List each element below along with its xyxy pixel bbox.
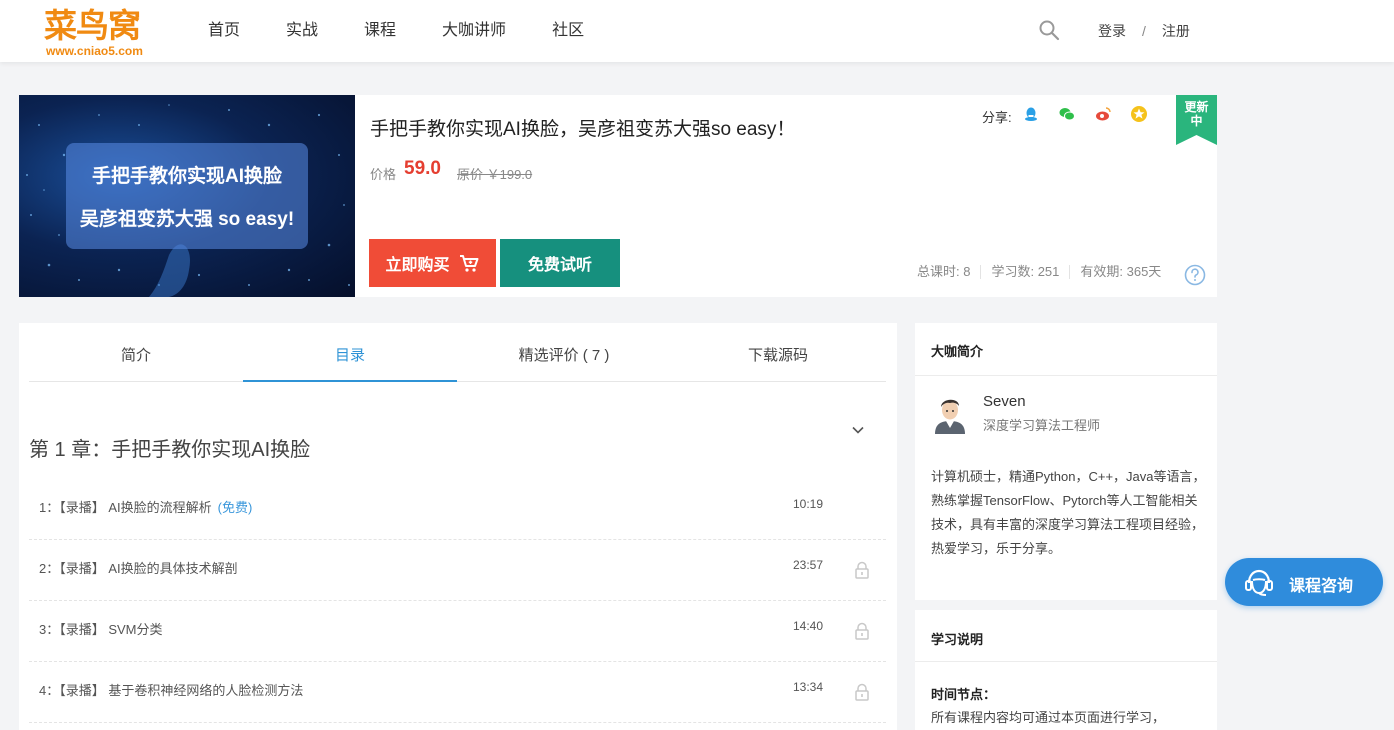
- price-value: 59.0: [404, 158, 441, 179]
- consult-label: 课程咨询: [1289, 578, 1354, 595]
- site-logo[interactable]: 菜鸟窝 www.cniao5.com: [44, 6, 156, 58]
- divider: [915, 375, 1217, 376]
- auth-separator: /: [1142, 23, 1146, 39]
- course-stats: 总课时: 8 学习数: 251 有效期: 365天: [917, 265, 1171, 279]
- lesson-title: 1：【录播】 AI换脸的流程解析 (免费): [39, 497, 252, 516]
- nav-item-community[interactable]: 社区: [552, 0, 584, 62]
- stat-validity: 有效期: 365天: [1080, 264, 1162, 279]
- buy-now-label: 立即购买: [385, 257, 450, 274]
- lesson-title: 4：【录播】 基于卷积神经网络的人脸检测方法: [39, 683, 304, 698]
- lesson-item[interactable]: 1：【录播】 AI换脸的流程解析 (免费) 10:19: [29, 479, 886, 540]
- course-content-panel: 简介 目录 精选评价 ( 7 ) 下载源码 第 1 章：手把手教你实现AI换脸 …: [19, 323, 897, 730]
- lesson-duration: 10:19: [793, 497, 824, 511]
- customer-service-icon: [1245, 569, 1273, 596]
- wechat-share-icon[interactable]: [1058, 105, 1076, 123]
- tab-source-download[interactable]: 下载源码: [671, 323, 885, 381]
- register-link[interactable]: 注册: [1162, 23, 1190, 39]
- nav-item-practice[interactable]: 实战: [286, 0, 318, 62]
- logo-url: www.cniao5.com: [46, 44, 143, 58]
- free-trial-button[interactable]: 免费试听: [500, 239, 620, 287]
- weibo-share-icon[interactable]: [1094, 105, 1112, 123]
- auth-links: 登录 / 注册: [1098, 0, 1190, 62]
- logo-text: 菜鸟窝: [44, 6, 141, 45]
- share-label: 分享:: [982, 110, 1012, 125]
- banner-text-box: [66, 143, 308, 249]
- banner-title-line2: 吴彦祖变苏大强 so easy!: [79, 209, 295, 230]
- badge-line1: 更新: [1184, 100, 1209, 114]
- original-price: 原价 ￥199.0: [457, 167, 533, 182]
- study-notes-title: 学习说明: [931, 632, 984, 647]
- site-header: 菜鸟窝 www.cniao5.com 首页 实战 课程 大咖讲师 社区 登录 / 注…: [0, 0, 1394, 62]
- nav-item-home[interactable]: 首页: [208, 0, 240, 62]
- tab-intro[interactable]: 简介: [29, 323, 243, 381]
- course-consult-button[interactable]: 课程咨询: [1225, 558, 1383, 606]
- qzone-share-icon[interactable]: [1130, 105, 1148, 123]
- nav-item-teachers[interactable]: 大咖讲师: [442, 0, 506, 62]
- badge-line2: 中: [1190, 114, 1203, 128]
- stat-learners: 学习数: 251: [981, 265, 1071, 279]
- login-link[interactable]: 登录: [1098, 23, 1126, 39]
- lesson-item[interactable]: 2：【录播】 AI换脸的具体技术解剖 23:57: [29, 540, 886, 601]
- time-node-desc: 所有课程内容均可通过本页面进行学习，: [931, 710, 1166, 725]
- lock-icon: [855, 683, 869, 701]
- nav-item-courses[interactable]: 课程: [364, 0, 396, 62]
- teacher-role: 深度学习算法工程师: [983, 418, 1101, 433]
- lesson-duration: 13:34: [793, 680, 824, 694]
- buy-now-button[interactable]: 立即购买: [369, 239, 496, 287]
- lock-icon: [855, 622, 869, 640]
- cart-icon: [459, 255, 478, 272]
- avatar[interactable]: [931, 392, 969, 434]
- price-label: 价格: [370, 167, 397, 182]
- main-nav: 首页 实战 课程 大咖讲师 社区: [208, 0, 630, 62]
- tab-reviews[interactable]: 精选评价 ( 7 ): [457, 323, 671, 381]
- help-icon[interactable]: [1184, 264, 1206, 286]
- search-icon[interactable]: [1038, 19, 1060, 41]
- lesson-title-text: 1：【录播】 AI换脸的流程解析: [39, 500, 212, 515]
- lesson-duration: 23:57: [793, 558, 824, 572]
- course-card: 手把手教你实现AI换脸 吴彦祖变苏大强 so easy! 手把手教你实现AI换脸…: [19, 95, 1217, 297]
- lesson-item[interactable]: 4：【录播】 基于卷积神经网络的人脸检测方法 13:34: [29, 662, 886, 723]
- banner-title-line1: 手把手教你实现AI换脸: [91, 166, 282, 187]
- study-notes-panel: 学习说明 时间节点： 所有课程内容均可通过本页面进行学习，: [915, 610, 1217, 730]
- stat-lessons: 总课时: 8: [917, 265, 982, 279]
- update-badge-text: 更新 中: [1176, 100, 1217, 128]
- course-banner: 手把手教你实现AI换脸 吴彦祖变苏大强 so easy!: [19, 95, 355, 297]
- teacher-name: Seven: [983, 393, 1026, 410]
- lesson-title: 3：【录播】 SVM分类: [39, 622, 163, 637]
- divider: [915, 661, 1217, 662]
- content-tabs: 简介 目录 精选评价 ( 7 ) 下载源码: [29, 323, 886, 382]
- teacher-panel-title: 大咖简介: [931, 344, 984, 359]
- free-tag: (免费): [217, 500, 253, 515]
- tab-catalog[interactable]: 目录: [243, 323, 457, 382]
- qq-share-icon[interactable]: [1022, 105, 1040, 123]
- teacher-bio: 计算机硕士，精通Python，C++，Java等语言，熟练掌握TensorFlo…: [931, 469, 1206, 556]
- chapter-title: 第 1 章：手把手教你实现AI换脸: [29, 439, 311, 461]
- teacher-panel: 大咖简介 Seven 深度学习算法工程师 计算机硕士，精通Python，C++，…: [915, 323, 1217, 600]
- course-title: 手把手教你实现AI换脸，吴彦祖变苏大强so easy！: [370, 119, 796, 140]
- lesson-duration: 14:40: [793, 619, 824, 633]
- chevron-down-icon[interactable]: [851, 423, 865, 437]
- update-badge: 更新 中: [1176, 95, 1217, 145]
- time-node-label: 时间节点：: [931, 687, 997, 702]
- lock-icon: [855, 561, 869, 579]
- lesson-item[interactable]: 3：【录播】 SVM分类 14:40: [29, 601, 886, 662]
- lesson-title: 2：【录播】 AI换脸的具体技术解剖: [39, 561, 238, 576]
